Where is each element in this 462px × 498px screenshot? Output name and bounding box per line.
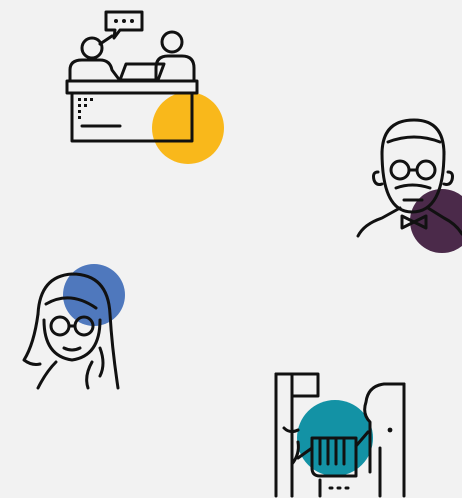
handshake-illustration [272,368,412,498]
person-icon [68,34,120,83]
illustration-canvas [0,0,462,498]
elderly-man-illustration [352,112,462,262]
laptop-icon [114,62,170,83]
meeting-desk-illustration [60,8,230,168]
accent-circle [152,92,224,164]
woman-with-glasses-illustration [10,264,130,394]
glasses-icon [389,159,437,181]
speech-bubble-icon [104,10,144,40]
